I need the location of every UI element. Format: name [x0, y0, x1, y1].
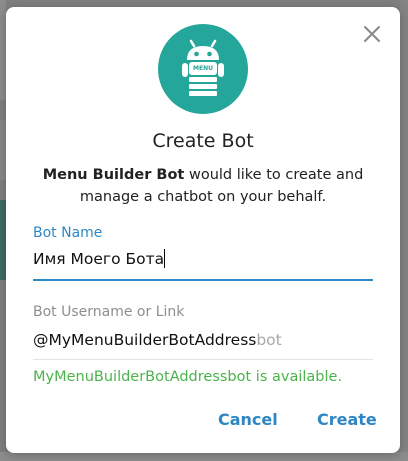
cancel-button[interactable]: Cancel: [218, 410, 278, 429]
background-content: [400, 0, 408, 461]
create-button[interactable]: Create: [317, 410, 377, 429]
bot-username-input[interactable]: @MyMenuBuilderBotAddressbot: [33, 329, 373, 351]
avatar-label: MENU: [193, 65, 213, 72]
bot-avatar: MENU: [158, 24, 248, 114]
background-content: [0, 452, 408, 461]
create-bot-dialog: MENU Create Bot Menu Builder Bot would l…: [6, 7, 400, 453]
bot-name-input[interactable]: Имя Моего Бота: [33, 248, 373, 274]
bot-name-field[interactable]: Bot Name Имя Моего Бота: [33, 224, 373, 281]
bot-username-suffix: bot: [256, 331, 282, 349]
availability-status: MyMenuBuilderBotAddressbot is available.: [33, 369, 343, 385]
bot-name-highlight: Menu Builder Bot: [42, 167, 185, 183]
text-caret: [164, 249, 166, 268]
close-button[interactable]: [362, 24, 382, 44]
bot-username-underline: [33, 359, 373, 360]
bot-username-label: Bot Username or Link: [33, 304, 185, 320]
close-icon: [364, 26, 380, 42]
dialog-description: Menu Builder Bot would like to create an…: [26, 164, 380, 208]
bot-username-value: @MyMenuBuilderBotAddress: [33, 331, 257, 349]
dialog-title: Create Bot: [152, 130, 254, 152]
bot-username-field[interactable]: Bot Username or Link @MyMenuBuilderBotAd…: [33, 303, 373, 360]
bot-name-value: Имя Моего Бота: [33, 250, 165, 268]
bot-name-underline: [33, 279, 373, 281]
bot-name-label: Bot Name: [33, 225, 103, 241]
